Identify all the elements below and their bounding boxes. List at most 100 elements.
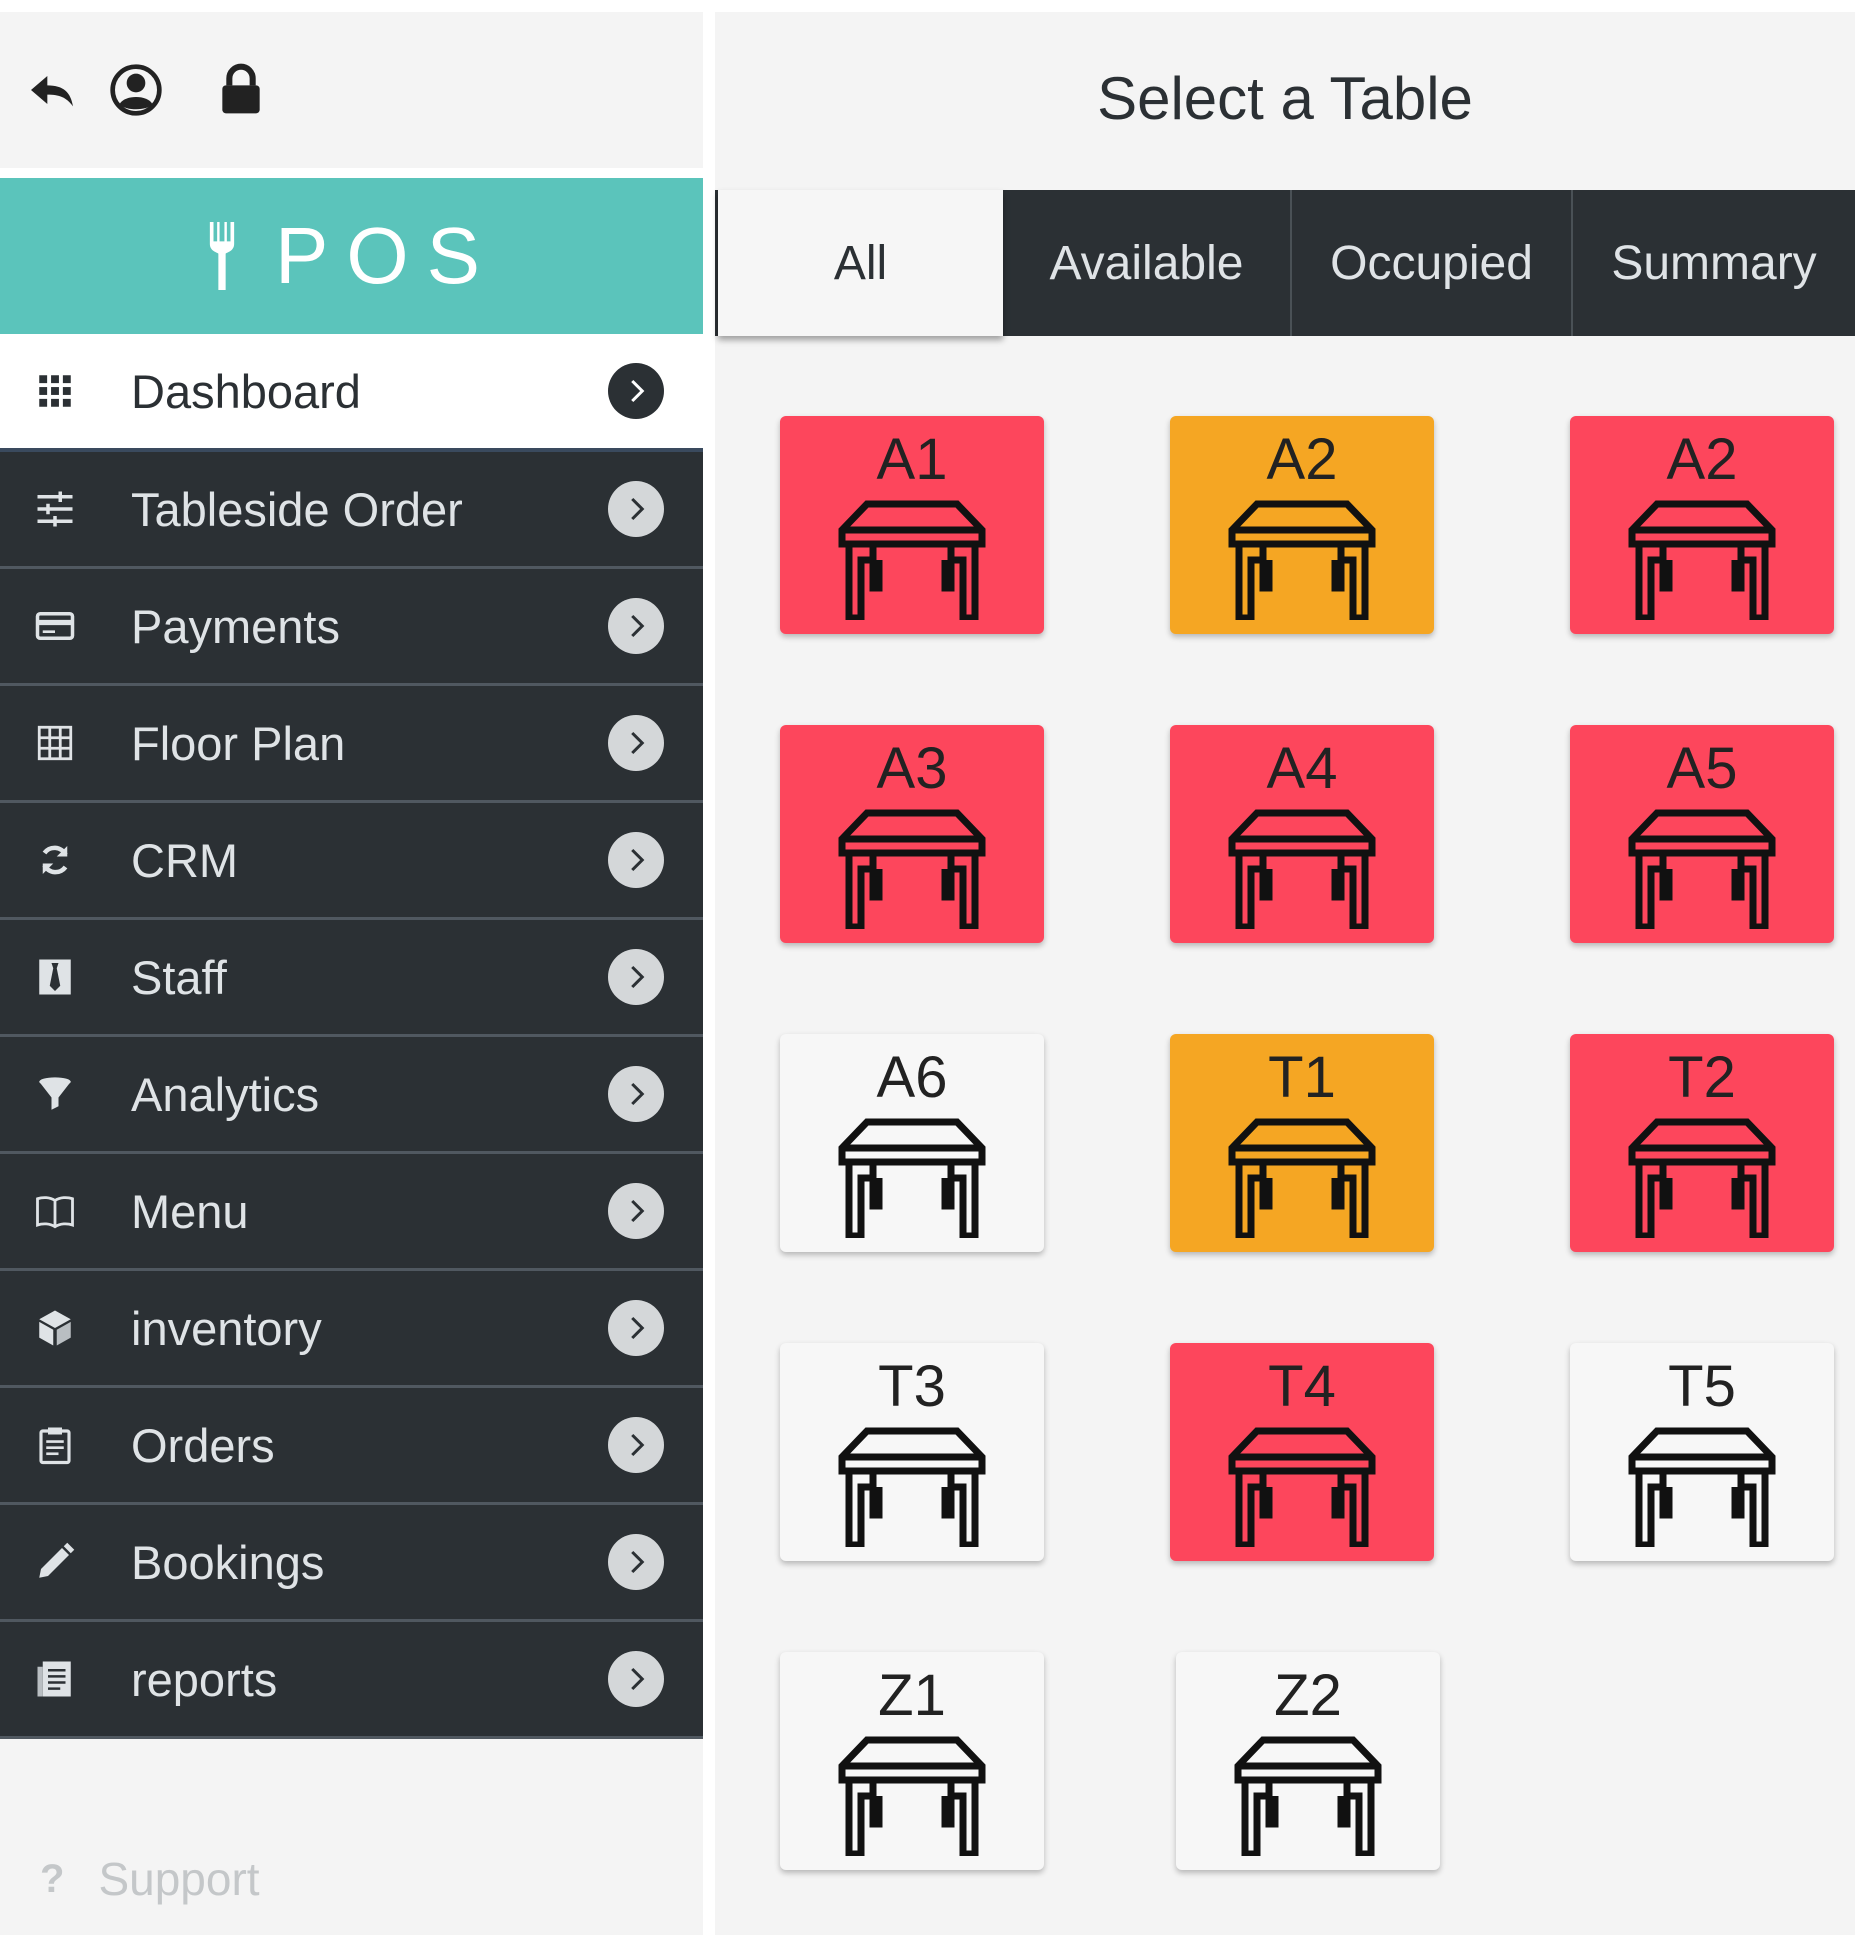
table-card-t5[interactable]: T5 — [1570, 1343, 1834, 1561]
sidebar-item-label: Staff — [131, 950, 227, 1004]
chevron-right-icon — [608, 715, 664, 771]
chevron-right-icon — [608, 1066, 664, 1122]
table-name: T3 — [878, 1354, 946, 1419]
lock-icon[interactable] — [205, 54, 277, 126]
main-panel: Select a Table All Available Occupied Su… — [715, 12, 1855, 1935]
back-icon[interactable] — [16, 54, 88, 126]
brand-label: POS — [275, 211, 498, 300]
table-icon — [837, 1427, 987, 1547]
document-icon — [30, 1654, 80, 1704]
table-icon — [837, 1736, 987, 1856]
table-card-z2[interactable]: Z2 — [1176, 1652, 1440, 1870]
sidebar-item-analytics[interactable]: Analytics — [0, 1037, 703, 1154]
tab-occupied[interactable]: Occupied — [1290, 190, 1571, 336]
top-strip — [0, 0, 1855, 12]
help-icon: ? — [40, 1856, 65, 1901]
table-name: A3 — [876, 736, 948, 801]
box-icon — [30, 1303, 80, 1353]
tab-label: Available — [1049, 236, 1244, 290]
chevron-right-icon — [608, 1300, 664, 1356]
sidebar-item-crm[interactable]: CRM — [0, 803, 703, 920]
user-icon[interactable] — [100, 54, 172, 126]
table-name: T4 — [1268, 1354, 1336, 1419]
sidebar-item-reports[interactable]: reports — [0, 1622, 703, 1739]
sidebar-item-label: inventory — [131, 1301, 322, 1355]
sidebar-nav: Dashboard Tableside Order Payments Floor… — [0, 334, 703, 1739]
sidebar-item-label: Dashboard — [131, 364, 361, 418]
table-icon — [837, 500, 987, 620]
refresh-icon — [30, 835, 80, 885]
table-card-a4[interactable]: A4 — [1170, 725, 1434, 943]
table-icon — [1227, 500, 1377, 620]
sidebar-item-label: Tableside Order — [131, 482, 463, 536]
sidebar-item-payments[interactable]: Payments — [0, 569, 703, 686]
sidebar-item-label: Menu — [131, 1184, 249, 1238]
sidebar-item-label: CRM — [131, 833, 239, 887]
sidebar-item-orders[interactable]: Orders — [0, 1388, 703, 1505]
fork-icon — [205, 219, 239, 293]
chevron-right-icon — [608, 1417, 664, 1473]
table-card-t4[interactable]: T4 — [1170, 1343, 1434, 1561]
tab-label: Summary — [1611, 236, 1817, 290]
tab-summary[interactable]: Summary — [1571, 190, 1855, 336]
tab-available[interactable]: Available — [1003, 190, 1290, 336]
book-icon — [30, 1186, 80, 1236]
table-card-a2[interactable]: A2 — [1570, 416, 1834, 634]
table-card-a3[interactable]: A3 — [780, 725, 1044, 943]
panel-divider — [703, 0, 715, 1935]
sidebar-item-menu[interactable]: Menu — [0, 1154, 703, 1271]
sidebar-separator — [0, 168, 703, 178]
sidebar-item-floor-plan[interactable]: Floor Plan — [0, 686, 703, 803]
table-icon — [1627, 500, 1777, 620]
tab-label: Occupied — [1330, 236, 1533, 290]
table-card-a6[interactable]: A6 — [780, 1034, 1044, 1252]
table-name: Z2 — [1274, 1663, 1342, 1728]
grid-icon — [30, 366, 80, 416]
table-icon — [1227, 1427, 1377, 1547]
table-icon — [837, 1118, 987, 1238]
sidebar-item-bookings[interactable]: Bookings — [0, 1505, 703, 1622]
table-card-a5[interactable]: A5 — [1570, 725, 1834, 943]
table-name: T5 — [1668, 1354, 1736, 1419]
table-name: A4 — [1266, 736, 1338, 801]
sidebar-item-label: reports — [131, 1652, 278, 1706]
chevron-right-icon — [608, 363, 664, 419]
table-card-t2[interactable]: T2 — [1570, 1034, 1834, 1252]
table-name: Z1 — [878, 1663, 946, 1728]
tab-all[interactable]: All — [718, 190, 1003, 336]
sidebar-item-dashboard[interactable]: Dashboard — [0, 334, 703, 452]
table-name: A2 — [1266, 427, 1338, 492]
chevron-right-icon — [608, 1534, 664, 1590]
table-icon — [1627, 809, 1777, 929]
chevron-right-icon — [608, 1183, 664, 1239]
sidebar-item-staff[interactable]: Staff — [0, 920, 703, 1037]
table-icon — [1227, 1118, 1377, 1238]
page-title: Select a Table — [1097, 65, 1473, 132]
table-card-a1[interactable]: A1 — [780, 416, 1044, 634]
sidebar-item-tableside-order[interactable]: Tableside Order — [0, 452, 703, 569]
sidebar-item-label: Floor Plan — [131, 716, 346, 770]
chevron-right-icon — [608, 598, 664, 654]
table-icon — [837, 809, 987, 929]
support-link[interactable]: ? Support — [40, 1852, 260, 1906]
chevron-right-icon — [608, 481, 664, 537]
table-icon — [1233, 1736, 1383, 1856]
table-name: T1 — [1268, 1045, 1336, 1110]
sidebar-item-label: Payments — [131, 599, 340, 653]
sliders-icon — [30, 484, 80, 534]
brand-bar: POS — [0, 178, 703, 334]
floor-grid-icon — [30, 718, 80, 768]
table-card-z1[interactable]: Z1 — [780, 1652, 1044, 1870]
pencil-icon — [30, 1537, 80, 1587]
table-card-t3[interactable]: T3 — [780, 1343, 1044, 1561]
table-name: A6 — [876, 1045, 948, 1110]
table-card-a2[interactable]: A2 — [1170, 416, 1434, 634]
table-icon — [1627, 1118, 1777, 1238]
table-name: A2 — [1666, 427, 1738, 492]
table-name: T2 — [1668, 1045, 1736, 1110]
table-icon — [1627, 1427, 1777, 1547]
table-card-t1[interactable]: T1 — [1170, 1034, 1434, 1252]
sidebar-item-inventory[interactable]: inventory — [0, 1271, 703, 1388]
sidebar-item-label: Analytics — [131, 1067, 320, 1121]
chevron-right-icon — [608, 1651, 664, 1707]
